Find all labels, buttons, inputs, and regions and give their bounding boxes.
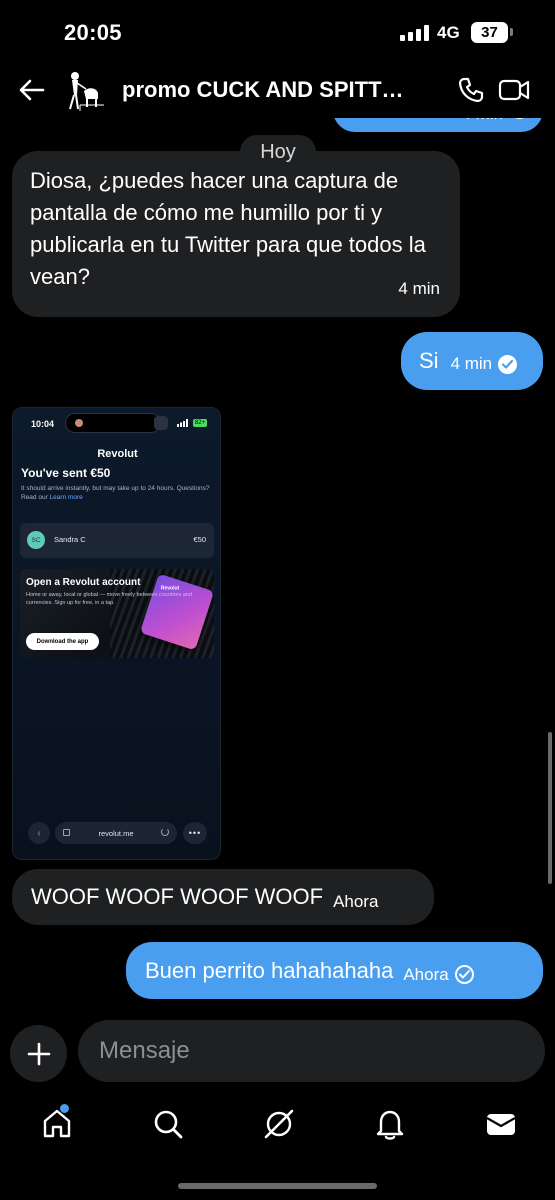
image-recipient-avatar: SC xyxy=(27,531,45,549)
image-attachment[interactable]: 10:04 82+ Revolut You've sent €50 It sho… xyxy=(12,407,221,860)
avatar[interactable] xyxy=(62,69,106,113)
add-attachment-button[interactable] xyxy=(10,1025,67,1082)
image-info: It should arrive instantly, but may take… xyxy=(21,485,210,501)
search-icon[interactable] xyxy=(151,1107,185,1141)
home-indicator[interactable] xyxy=(178,1183,377,1189)
message-time: Ahora xyxy=(403,964,449,984)
battery-tip xyxy=(510,28,513,36)
home-notification-dot xyxy=(60,1104,69,1113)
image-signal-icon xyxy=(177,419,188,427)
image-promo-desc: Home or away, local or global — move fre… xyxy=(26,592,192,606)
read-check-icon xyxy=(510,118,529,119)
outgoing-message[interactable]: Buen perrito hahahahaha Ahora xyxy=(126,942,543,999)
message-time: 4 min xyxy=(398,279,440,298)
network-type: 4G xyxy=(437,23,460,42)
messages-icon[interactable] xyxy=(484,1107,518,1141)
image-brand: Revolut xyxy=(97,448,138,460)
message-time: 4 min xyxy=(450,354,493,373)
status-time: 20:05 xyxy=(64,20,122,45)
message-text: Si xyxy=(419,348,439,373)
battery-icon: 37 xyxy=(471,22,508,43)
sent-check-icon xyxy=(454,965,474,984)
image-battery: 82+ xyxy=(193,419,207,427)
back-arrow-icon[interactable] xyxy=(18,76,46,104)
message-list[interactable]: 4 min Hoy Diosa, ¿puedes hacer una captu… xyxy=(0,118,555,1013)
message-text: WOOF WOOF WOOF WOOF xyxy=(31,884,324,909)
image-more-icon: ••• xyxy=(183,822,207,844)
status-bar: 20:05 4G 37 xyxy=(0,0,555,62)
home-icon[interactable] xyxy=(40,1107,74,1141)
image-promo-card: Revolut Open a Revolut account Home or a… xyxy=(20,569,214,658)
image-status-time: 10:04 xyxy=(31,419,55,429)
image-recipient-card: SC Sandra C €50 xyxy=(20,523,214,558)
message-input[interactable] xyxy=(78,1020,545,1082)
phone-icon[interactable] xyxy=(457,76,485,104)
notifications-icon[interactable] xyxy=(373,1107,407,1141)
cellular-signal-icon xyxy=(400,25,429,41)
message-text: Buen perrito hahahahaha xyxy=(145,957,394,983)
image-indicator-icon xyxy=(154,416,168,430)
incoming-message[interactable]: WOOF WOOF WOOF WOOF Ahora xyxy=(12,869,434,925)
image-dynamic-island xyxy=(65,413,161,433)
plus-icon xyxy=(27,1042,50,1065)
image-recipient-name: Sandra C xyxy=(54,535,86,544)
chat-header: promo CUCK AND SPITT… xyxy=(0,62,555,118)
bottom-tab-bar xyxy=(0,1095,555,1155)
grok-icon[interactable] xyxy=(262,1107,296,1141)
previous-outgoing-bubble[interactable]: 4 min xyxy=(333,118,543,132)
incoming-message[interactable]: Diosa, ¿puedes hacer una captura de pant… xyxy=(12,151,460,317)
message-text: Diosa, ¿puedes hacer una captura de pant… xyxy=(30,168,426,289)
day-separator: Hoy xyxy=(240,135,316,169)
image-amount: €50 xyxy=(193,535,206,544)
outgoing-message[interactable]: Si 4 min xyxy=(401,332,543,390)
message-time: Ahora xyxy=(333,892,379,911)
image-promo-title: Open a Revolut account xyxy=(26,577,141,588)
message-time: 4 min xyxy=(461,118,503,130)
image-headline: You've sent €50 xyxy=(21,466,111,480)
scrollbar[interactable] xyxy=(548,732,552,884)
image-url-bar: revolut.me xyxy=(55,822,177,844)
video-camera-icon[interactable] xyxy=(498,76,530,104)
image-browser-bar: ‹ revolut.me ••• xyxy=(28,822,208,844)
read-check-icon xyxy=(498,354,518,374)
image-back-icon: ‹ xyxy=(28,822,50,844)
chat-title[interactable]: promo CUCK AND SPITT… xyxy=(122,77,404,103)
image-promo-button: Download the app xyxy=(26,633,99,650)
